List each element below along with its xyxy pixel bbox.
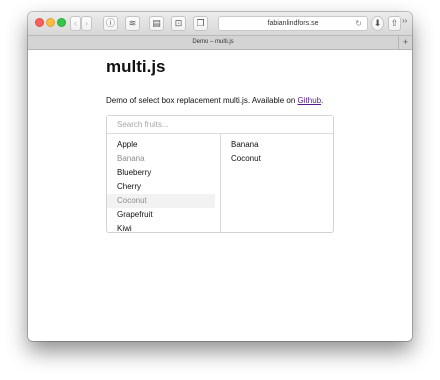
browser-window: ‹ › ⓘ ≋ ▤ ⊡ ❐ fabianlindfors.se ↻ ⬇ ⇧ ››…: [28, 12, 412, 341]
selected-item[interactable]: Banana: [221, 138, 333, 152]
sidebar-icon: ▤: [152, 18, 161, 28]
maximize-window-button[interactable]: [57, 18, 66, 27]
download-button[interactable]: ⬇: [371, 16, 384, 31]
plus-icon: +: [402, 37, 409, 47]
minimize-window-button[interactable]: [46, 18, 55, 27]
layers-icon: ≋: [128, 18, 137, 28]
url-text: fabianlindfors.se: [267, 20, 319, 27]
multi-select-widget: Apple Banana Blueberry Cherry Coconut Gr…: [106, 115, 334, 233]
tab-bar: Demo – multi.js +: [28, 36, 412, 50]
page-description: Demo of select box replacement multi.js.…: [106, 96, 323, 105]
info-icon: ⓘ: [105, 18, 115, 28]
screenshot-icon: ⊡: [174, 18, 183, 28]
list-item[interactable]: Kiwi: [107, 222, 220, 232]
browser-toolbar: ‹ › ⓘ ≋ ▤ ⊡ ❐ fabianlindfors.se ↻ ⬇ ⇧ ››: [28, 12, 412, 36]
download-icon: ⬇: [373, 18, 382, 28]
sidebar-button[interactable]: ▤: [149, 16, 164, 31]
chevron-right-icon: ›: [85, 18, 88, 28]
tabs-button[interactable]: ❐: [193, 16, 208, 31]
list-item[interactable]: Apple: [107, 138, 220, 152]
list-item[interactable]: Blueberry: [107, 166, 220, 180]
chevron-left-icon: ‹: [74, 18, 77, 28]
layers-button[interactable]: ≋: [125, 16, 140, 31]
screenshot-button[interactable]: ⊡: [171, 16, 186, 31]
more-icon[interactable]: ››: [402, 16, 407, 25]
new-tab-button[interactable]: +: [398, 36, 412, 49]
forward-button[interactable]: ›: [81, 16, 92, 31]
list-item[interactable]: Grapefruit: [107, 208, 220, 222]
share-button[interactable]: ⇧: [388, 16, 401, 31]
tab-title[interactable]: Demo – multi.js: [28, 36, 398, 49]
list-item[interactable]: Cherry: [107, 180, 220, 194]
page-content: multi.js Demo of select box replacement …: [28, 50, 412, 341]
github-link[interactable]: Github: [298, 96, 322, 105]
selected-list: Banana Coconut: [221, 134, 333, 232]
page-title: multi.js: [106, 57, 166, 76]
share-icon: ⇧: [390, 18, 399, 28]
back-button[interactable]: ‹: [70, 16, 81, 31]
search-input[interactable]: [107, 116, 333, 134]
reload-icon[interactable]: ↻: [355, 17, 362, 30]
selected-item[interactable]: Coconut: [221, 152, 333, 166]
address-bar[interactable]: fabianlindfors.se ↻: [218, 16, 368, 31]
description-text: Demo of select box replacement multi.js.…: [106, 96, 298, 105]
non-selected-list: Apple Banana Blueberry Cherry Coconut Gr…: [107, 134, 221, 232]
info-button[interactable]: ⓘ: [103, 16, 118, 31]
description-period: .: [321, 96, 324, 105]
close-window-button[interactable]: [35, 18, 44, 27]
list-item[interactable]: Coconut: [107, 194, 215, 208]
tabs-icon: ❐: [196, 18, 205, 28]
list-item[interactable]: Banana: [107, 152, 220, 166]
